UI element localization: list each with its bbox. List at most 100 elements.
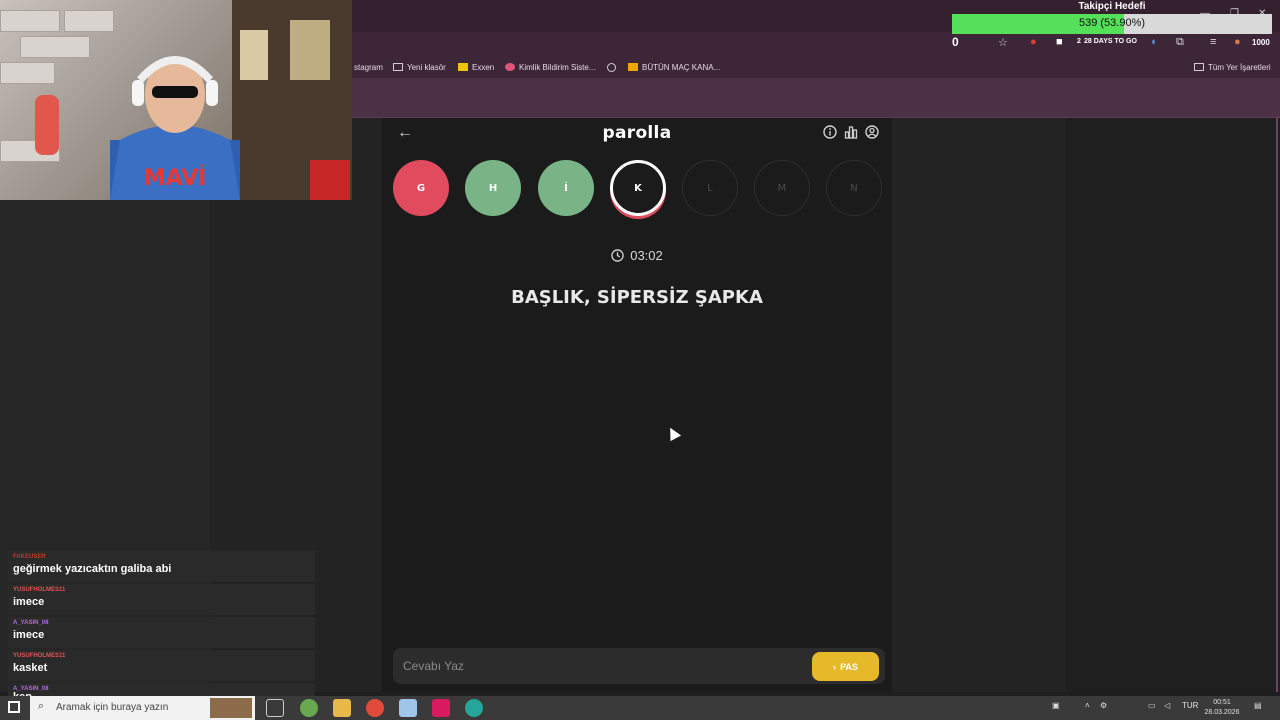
folder-icon bbox=[1194, 63, 1204, 71]
chat-username: A_YASIN_08 bbox=[13, 620, 49, 626]
chat-username: FAKEUSER bbox=[13, 554, 46, 560]
timer: 03:02 bbox=[381, 248, 893, 263]
taskbar-search[interactable]: ⌕ Aramak için buraya yazın bbox=[30, 696, 255, 720]
chat-text: imece bbox=[13, 629, 45, 641]
wall-brick bbox=[0, 10, 60, 32]
scroll-edge bbox=[1276, 118, 1278, 692]
chat-text: imece bbox=[13, 596, 45, 608]
bookmark-label: stagram bbox=[354, 62, 383, 72]
bookmark-yeni-klasor[interactable]: Yeni klasör bbox=[393, 56, 446, 78]
letter-g: G bbox=[393, 160, 449, 216]
chat-overlay: FAKEUSER geğirmek yazıcaktın galiba abi Y… bbox=[8, 551, 315, 705]
windows-taskbar: ⌕ Aramak için buraya yazın ▣ ˄ ⚙ ▭ ◁ TUR… bbox=[0, 696, 1280, 720]
letter-h: H bbox=[465, 160, 521, 216]
clock-icon bbox=[611, 249, 624, 262]
search-icon: ⌕ bbox=[38, 700, 45, 712]
tray-icon[interactable]: ⚙ bbox=[1100, 701, 1107, 710]
search-highlight-image bbox=[210, 698, 252, 718]
wall-brick bbox=[64, 10, 114, 32]
bookmark-label: BÜTÜN MAÇ KANA... bbox=[642, 62, 721, 72]
extension-icon[interactable]: ● bbox=[1030, 36, 1037, 48]
exxen-icon bbox=[458, 63, 468, 71]
kimlik-icon bbox=[505, 63, 515, 71]
tray-icon[interactable]: ▣ bbox=[1052, 701, 1060, 710]
file-explorer-icon[interactable] bbox=[333, 699, 351, 717]
chevron-up-icon[interactable]: ˄ bbox=[1085, 701, 1090, 710]
wall-brick bbox=[20, 36, 90, 58]
toolbar-counter: 1000 bbox=[1252, 38, 1270, 47]
app-icon[interactable] bbox=[465, 699, 483, 717]
bookmark-exxen[interactable]: Exxen bbox=[458, 56, 494, 78]
windows-start-icon[interactable] bbox=[8, 701, 20, 713]
letter-i: İ bbox=[538, 160, 594, 216]
letter-wheel: G H İ K L M N bbox=[393, 160, 885, 218]
chrome-icon[interactable] bbox=[366, 699, 384, 717]
app-logo: parolla bbox=[602, 123, 672, 143]
follower-goal-widget: Takipçi Hedefi 539 (53.90%) bbox=[952, 0, 1272, 36]
answer-input[interactable] bbox=[393, 648, 803, 684]
goal-counter: 0 bbox=[952, 35, 959, 49]
shelf-item bbox=[240, 30, 268, 80]
letter-l: L bbox=[682, 160, 738, 216]
chat-message: YUSUFHOLMES11 kasket bbox=[8, 650, 315, 681]
answer-bar: ›PAS bbox=[393, 648, 885, 684]
letter-label: L bbox=[707, 182, 713, 194]
letter-label: N bbox=[850, 182, 858, 194]
volume-icon[interactable]: ◁ bbox=[1164, 701, 1170, 710]
bookmark-instagram[interactable]: stagram bbox=[354, 56, 383, 78]
goal-title: Takipçi Hedefi bbox=[1078, 1, 1146, 12]
svg-text:MAVİ: MAVİ bbox=[144, 165, 207, 191]
app-header: ← parolla bbox=[381, 118, 893, 148]
bookmark-label: Yeni klasör bbox=[407, 62, 446, 72]
extension-badge[interactable]: 2 bbox=[1077, 38, 1081, 45]
letter-m: M bbox=[754, 160, 810, 216]
shelf-item bbox=[290, 20, 330, 80]
taskbar-clock[interactable]: 00:51 28.03.2026 bbox=[1200, 698, 1244, 718]
clock-time: 00:51 bbox=[1213, 699, 1231, 706]
network-icon[interactable]: ▭ bbox=[1148, 701, 1156, 710]
wall-brick bbox=[0, 62, 55, 84]
lamp bbox=[35, 95, 59, 155]
taskbar-search-placeholder: Aramak için buraya yazın bbox=[56, 702, 169, 713]
clock-date: 28.03.2026 bbox=[1204, 709, 1240, 716]
language-indicator[interactable]: TUR bbox=[1182, 701, 1198, 710]
task-view-icon[interactable] bbox=[266, 699, 284, 717]
profile-icon[interactable] bbox=[865, 125, 879, 139]
app-icon[interactable] bbox=[300, 699, 318, 717]
chat-username: YUSUFHOLMES11 bbox=[13, 587, 66, 593]
letter-n: N bbox=[826, 160, 882, 216]
bookmark-all[interactable]: Tüm Yer İşaretleri bbox=[1194, 56, 1271, 78]
letter-label: İ bbox=[564, 182, 568, 194]
bookmark-label: Tüm Yer İşaretleri bbox=[1208, 62, 1271, 72]
chat-message: YUSUFHOLMES11 imece bbox=[8, 584, 315, 615]
stats-icon[interactable] bbox=[844, 125, 858, 139]
letter-label: H bbox=[488, 182, 498, 194]
extension-square-icon[interactable]: ■ bbox=[1056, 36, 1063, 48]
folder-icon bbox=[393, 63, 403, 71]
question-text: BAŞLIK, SİPERSİZ ŞAPKA bbox=[511, 287, 763, 308]
pass-button[interactable]: › PAS bbox=[812, 652, 879, 681]
globe-icon bbox=[607, 62, 616, 72]
chat-text: kasket bbox=[13, 662, 48, 674]
letter-label: M bbox=[777, 182, 787, 194]
flag bbox=[310, 160, 350, 200]
jp-icon bbox=[628, 63, 638, 71]
profile-avatar[interactable]: ● bbox=[1234, 36, 1241, 48]
notification-icon[interactable]: ▤ bbox=[1254, 701, 1262, 710]
extensions-puzzle-icon[interactable]: ⧉ bbox=[1176, 36, 1184, 49]
bookmark-star-icon[interactable]: ☆ bbox=[998, 36, 1008, 49]
pass-label: PAS bbox=[840, 661, 858, 672]
goal-progress-text: 539 (53.90%) bbox=[1078, 17, 1146, 29]
bookmark-label: Kimlik Bildirim Siste... bbox=[519, 62, 596, 72]
app-icon[interactable] bbox=[432, 699, 450, 717]
bookmark-kimlik[interactable]: Kimlik Bildirim Siste... bbox=[505, 56, 595, 78]
bookmark-globe[interactable] bbox=[607, 56, 616, 78]
app-icon[interactable] bbox=[399, 699, 417, 717]
bookmark-butun-mac[interactable]: BÜTÜN MAÇ KANA... bbox=[628, 56, 720, 78]
extension-audio-icon[interactable]: ◖ bbox=[1150, 36, 1157, 48]
extension-countdown[interactable]: 28 DAYS TO GO bbox=[1084, 38, 1137, 45]
tab-search-icon[interactable]: ≡ bbox=[1210, 36, 1216, 48]
right-panel bbox=[1066, 118, 1280, 692]
info-icon[interactable] bbox=[823, 125, 837, 139]
letter-label: K bbox=[634, 182, 642, 194]
